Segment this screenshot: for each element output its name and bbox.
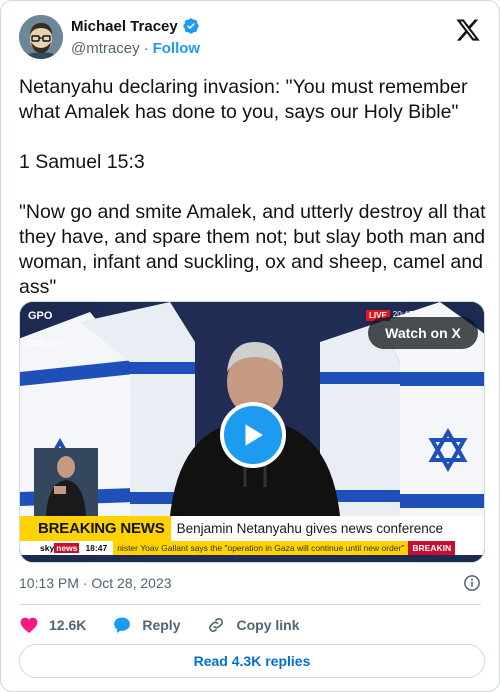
heart-icon	[20, 617, 38, 633]
news-ticker: sky news 18:47 nister Yoav Gallant says …	[20, 541, 484, 555]
tweet-text: Netanyahu declaring invasion: "You must …	[19, 76, 486, 298]
copy-link-label: Copy link	[236, 617, 300, 633]
ticker-breaking: BREAKIN	[408, 541, 456, 555]
like-count: 12.6K	[49, 617, 87, 633]
tweet-header: Michael Tracey @mtracey · Follow	[19, 13, 483, 65]
video-player[interactable]: GPO יחד ננצח LIVE 20:47 Tel Aviv Watch o…	[19, 301, 485, 563]
breaking-news-label: BREAKING NEWS	[20, 516, 171, 541]
play-button[interactable]	[220, 402, 286, 468]
sky-news-brand: news	[54, 543, 80, 553]
divider	[19, 604, 481, 605]
ticker-time: 18:47	[85, 543, 108, 553]
watch-on-x-button[interactable]: Watch on X	[368, 317, 478, 349]
gpo-label: GPO	[28, 310, 53, 322]
tweet-timestamp[interactable]: 10:13 PM · Oct 28, 2023	[19, 575, 172, 591]
link-icon	[209, 618, 224, 632]
action-bar: 12.6K Reply Copy link	[19, 613, 326, 637]
author-handle[interactable]: @mtracey	[71, 40, 140, 57]
reply-button[interactable]: Reply	[112, 615, 180, 635]
follow-button[interactable]: Follow	[153, 40, 201, 57]
play-icon	[245, 424, 263, 446]
verified-badge-icon	[183, 18, 199, 34]
like-button[interactable]: 12.6K	[19, 615, 86, 635]
avatar[interactable]	[19, 15, 63, 59]
ticker-text: nister Yoav Gallant says the "operation …	[113, 541, 409, 555]
read-replies-button[interactable]: Read 4.3K replies	[19, 644, 485, 678]
gpo-logo: GPO	[28, 310, 52, 322]
author-name[interactable]: Michael Tracey	[71, 18, 178, 35]
handle-row: @mtracey · Follow	[71, 40, 200, 57]
reply-label: Reply	[142, 617, 181, 633]
author-name-row: Michael Tracey	[71, 17, 200, 35]
breaking-news-bar: BREAKING NEWS Benjamin Netanyahu gives n…	[20, 516, 484, 541]
copy-link-button[interactable]: Copy link	[206, 615, 300, 635]
reply-bubble-icon	[114, 617, 131, 633]
separator: ·	[143, 40, 149, 57]
info-icon[interactable]	[463, 574, 481, 592]
tweet-card: Michael Tracey @mtracey · Follow Netanya…	[0, 0, 500, 692]
x-logo-icon[interactable]	[455, 17, 481, 43]
sky-brand: sky	[40, 543, 55, 553]
gpo-hebrew-text: יחד ננצח	[26, 338, 63, 348]
breaking-headline: Benjamin Netanyahu gives news conference	[176, 521, 443, 536]
